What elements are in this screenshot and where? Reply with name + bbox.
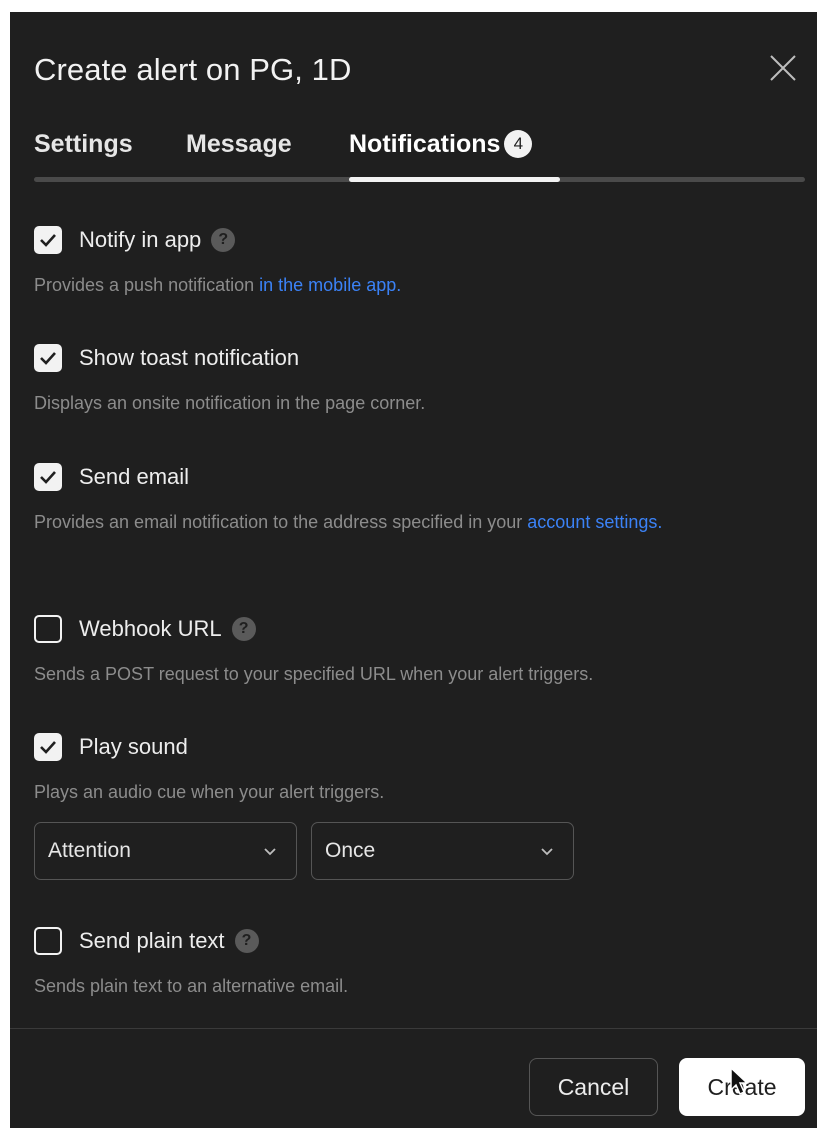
cancel-button[interactable]: Cancel — [529, 1058, 658, 1116]
chevron-down-icon — [264, 848, 276, 856]
send-plain-text-checkbox[interactable] — [34, 927, 62, 955]
check-icon — [40, 234, 56, 247]
webhook-url-label: Webhook URL — [79, 616, 222, 641]
webhook-url-checkbox[interactable] — [34, 615, 62, 643]
option-send-email: Send email Provides an email notificatio… — [34, 461, 814, 537]
chevron-down-icon — [541, 848, 553, 856]
repeat-select-value: Once — [325, 839, 376, 862]
toast-notification-label: Show toast notification — [79, 345, 300, 370]
account-settings-link[interactable]: account settings. — [527, 512, 662, 532]
send-email-description: Provides an email notification to the ad… — [34, 507, 814, 537]
toast-notification-checkbox[interactable] — [34, 344, 62, 372]
option-notify-in-app: Notify in app ? Provides a push notifica… — [34, 224, 814, 300]
create-alert-dialog: Create alert on PG, 1D Settings Message … — [10, 12, 817, 1128]
repeat-select[interactable]: Once — [311, 822, 574, 880]
play-sound-label: Play sound — [79, 734, 188, 759]
check-icon — [40, 741, 56, 754]
play-sound-checkbox[interactable] — [34, 733, 62, 761]
option-webhook-url: Webhook URL ? Sends a POST request to yo… — [34, 613, 814, 689]
notify-in-app-checkbox[interactable] — [34, 226, 62, 254]
webhook-url-description: Sends a POST request to your specified U… — [34, 664, 594, 684]
sound-select-value: Attention — [48, 839, 131, 862]
close-icon[interactable] — [767, 52, 799, 84]
send-email-label: Send email — [79, 464, 190, 489]
send-plain-text-label: Send plain text — [79, 928, 225, 953]
play-sound-description: Plays an audio cue when your alert trigg… — [34, 782, 385, 802]
toast-notification-description: Displays an onsite notification in the p… — [34, 393, 426, 413]
mouse-pointer-icon — [730, 1066, 749, 1096]
tab-settings[interactable]: Settings — [34, 130, 133, 159]
question-icon[interactable]: ? — [231, 617, 256, 641]
tab-notifications[interactable]: Notifications 4 — [349, 130, 533, 159]
tab-bar: Settings Message Notifications 4 — [34, 130, 805, 182]
question-icon[interactable]: ? — [211, 228, 236, 252]
tab-notifications-label: Notifications — [349, 130, 501, 158]
option-toast-notification: Show toast notification Displays an onsi… — [34, 342, 814, 418]
option-send-plain-text: Send plain text ? Sends plain text to an… — [34, 925, 814, 1001]
notification-count-badge: 4 — [504, 130, 533, 158]
option-play-sound: Play sound Plays an audio cue when your … — [34, 731, 814, 807]
notify-in-app-description: Provides a push notification in the mobi… — [34, 270, 814, 300]
check-icon — [40, 352, 56, 365]
notify-in-app-label: Notify in app — [79, 227, 202, 252]
notify-in-app-desc-text: Provides a push notification — [34, 275, 260, 295]
check-icon — [40, 471, 56, 484]
sound-select[interactable]: Attention — [34, 822, 297, 880]
active-tab-indicator — [349, 177, 560, 182]
send-email-desc-text: Provides an email notification to the ad… — [34, 512, 528, 532]
send-plain-text-description: Sends plain text to an alternative email… — [34, 976, 349, 996]
dialog-title: Create alert on PG, 1D — [34, 52, 352, 87]
footer-divider — [10, 1028, 817, 1029]
mobile-app-link[interactable]: in the mobile app. — [259, 275, 401, 295]
question-icon[interactable]: ? — [234, 929, 259, 953]
send-email-checkbox[interactable] — [34, 463, 62, 491]
tab-message[interactable]: Message — [186, 130, 292, 159]
